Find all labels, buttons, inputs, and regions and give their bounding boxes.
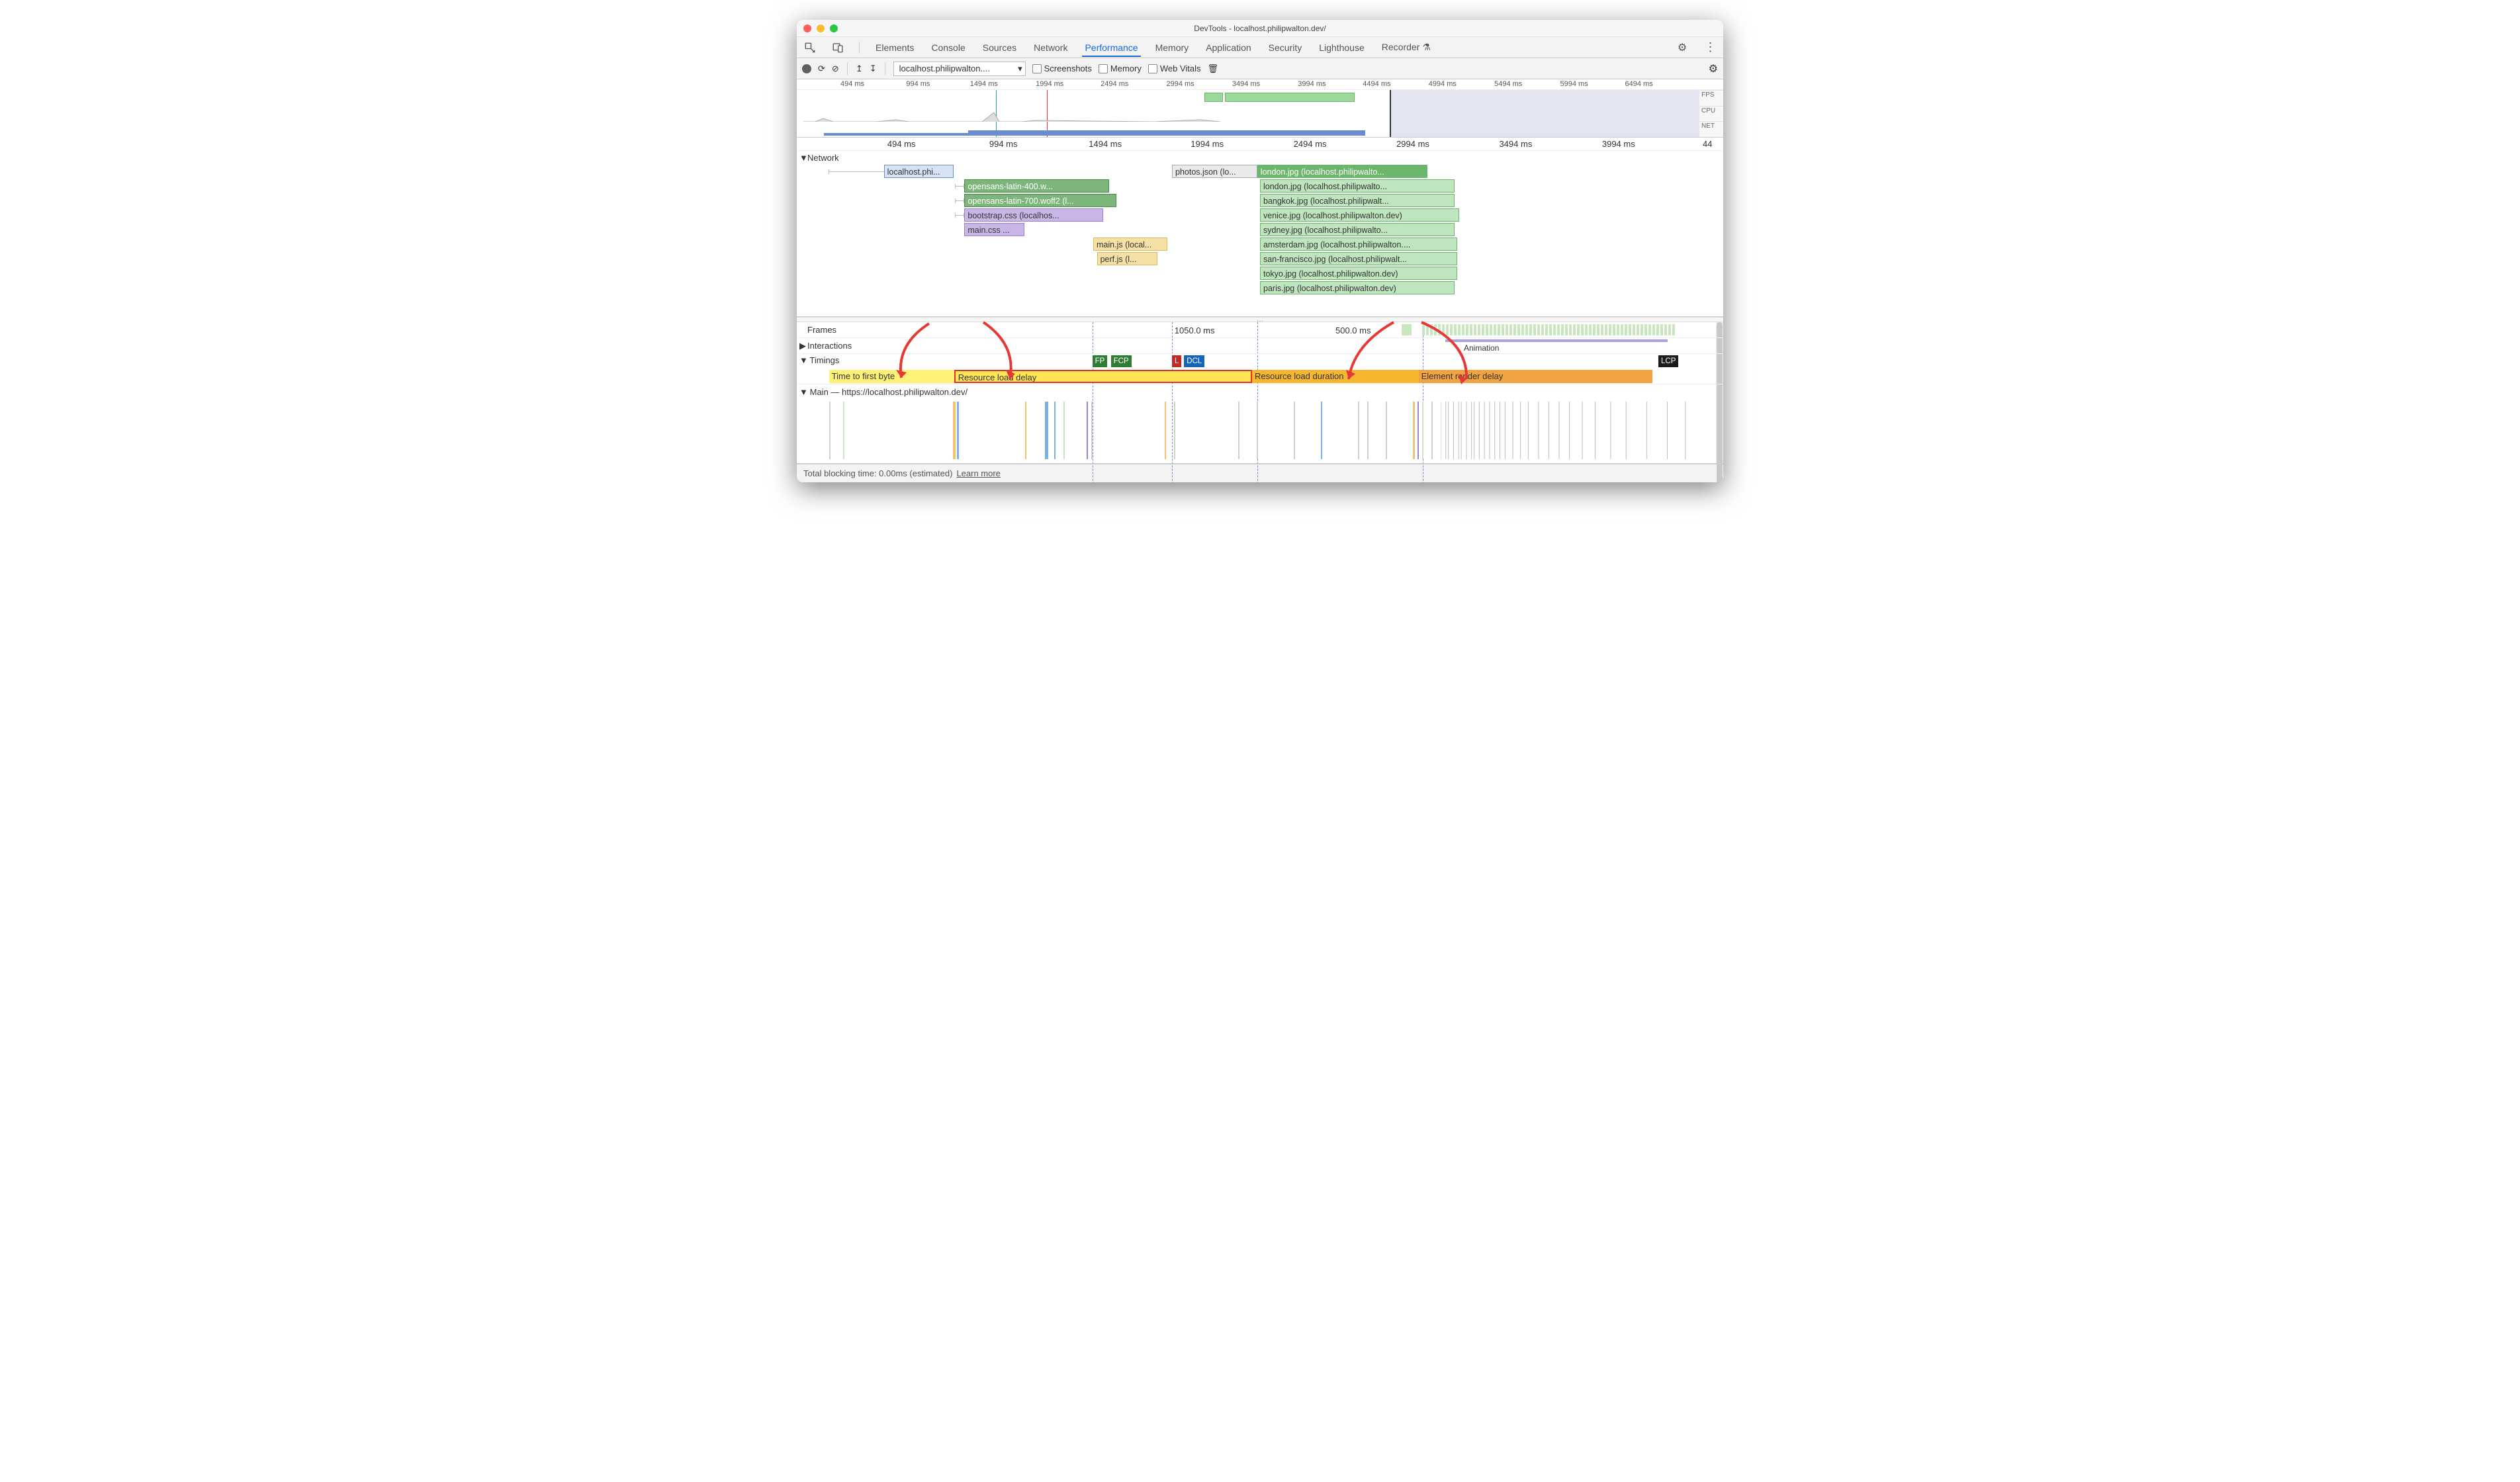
learn-more-link[interactable]: Learn more [956, 468, 1000, 478]
phase-resource-load-delay[interactable]: Resource load delay [954, 370, 1252, 383]
timings-track[interactable]: ▼ Timings FP FCP L DCL LCP Time to first… [797, 354, 1723, 384]
zoom-window-button[interactable] [830, 24, 838, 32]
memory-checkbox[interactable]: Memory [1099, 64, 1142, 73]
screenshots-checkbox[interactable]: Screenshots [1032, 64, 1092, 73]
upload-icon[interactable]: ↥ [856, 64, 863, 74]
phase-resource-load-duration[interactable]: Resource load duration [1252, 370, 1419, 383]
request-london-1[interactable]: london.jpg (localhost.philipwalto... [1257, 165, 1428, 178]
titlebar: DevTools - localhost.philipwalton.dev/ [797, 20, 1723, 37]
badge-l[interactable]: L [1172, 355, 1181, 367]
clear-icon[interactable]: ⊘ [832, 64, 839, 74]
flask-icon: ⚗ [1422, 42, 1431, 52]
request-bootstrap-css[interactable]: bootstrap.css (localhos... [964, 208, 1103, 222]
minimize-window-button[interactable] [817, 24, 825, 32]
tab-lighthouse[interactable]: Lighthouse [1316, 38, 1367, 57]
checkbox-icon [1148, 64, 1157, 73]
network-section-header[interactable]: ▼ Network [797, 151, 1723, 165]
tab-recorder[interactable]: Recorder⚗ [1379, 38, 1433, 57]
disclose-triangle-icon: ▶ [799, 341, 806, 351]
panel-tabs: Elements Console Sources Network Perform… [797, 37, 1723, 58]
request-sydney[interactable]: sydney.jpg (localhost.philipwalto... [1260, 223, 1455, 236]
request-document[interactable]: localhost.phi... [884, 165, 954, 178]
tab-elements[interactable]: Elements [873, 38, 917, 57]
tracks-area: Frames 1050.0 ms 500.0 ms ▶ Interactions… [797, 322, 1723, 464]
request-paris[interactable]: paris.jpg (localhost.philipwalton.dev) [1260, 281, 1455, 294]
web-vitals-checkbox[interactable]: Web Vitals [1148, 64, 1201, 73]
request-font-700[interactable]: opensans-latin-700.woff2 (l... [964, 194, 1116, 207]
tab-network[interactable]: Network [1031, 38, 1070, 57]
request-bangkok[interactable]: bangkok.jpg (localhost.philipwalt... [1260, 194, 1455, 207]
checkbox-icon [1032, 64, 1042, 73]
tab-security[interactable]: Security [1266, 38, 1305, 57]
recording-select-label: localhost.philipwalton.... [899, 64, 990, 73]
tab-console[interactable]: Console [928, 38, 968, 57]
frames-track[interactable]: Frames 1050.0 ms 500.0 ms [797, 322, 1723, 338]
performance-toolbar: ⟳ ⊘ ↥ ↧ localhost.philipwalton.... ▾ Scr… [797, 58, 1723, 79]
tab-performance[interactable]: Performance [1082, 38, 1140, 57]
blocking-time-text: Total blocking time: 0.00ms (estimated) [803, 468, 952, 478]
badge-dcl[interactable]: DCL [1184, 355, 1204, 367]
overview-minimap[interactable]: FPS CPU NET [797, 90, 1723, 138]
phase-element-render-delay[interactable]: Element render delay [1419, 370, 1652, 383]
flame-chart[interactable] [797, 402, 1717, 459]
download-icon[interactable]: ↧ [870, 64, 877, 74]
main-ruler[interactable]: 494 ms 994 ms 1494 ms 1994 ms 2494 ms 29… [797, 138, 1723, 151]
main-thread-track[interactable]: ▼ Main — https://localhost.philipwalton.… [797, 384, 1723, 464]
checkbox-icon [1099, 64, 1108, 73]
request-main-css[interactable]: main.css ... [964, 223, 1024, 236]
tab-memory[interactable]: Memory [1153, 38, 1192, 57]
overview-ruler[interactable]: 494 ms 994 ms 1494 ms 1994 ms 2494 ms 29… [797, 79, 1723, 90]
devtools-window: DevTools - localhost.philipwalton.dev/ E… [797, 20, 1723, 482]
close-window-button[interactable] [803, 24, 811, 32]
recording-select[interactable]: localhost.philipwalton.... ▾ [893, 62, 1026, 76]
request-san-francisco[interactable]: san-francisco.jpg (localhost.philipwalt.… [1260, 252, 1457, 265]
request-tokyo[interactable]: tokyo.jpg (localhost.philipwalton.dev) [1260, 267, 1457, 280]
settings-icon[interactable]: ⚙ [1674, 40, 1690, 56]
disclose-triangle-icon: ▼ [799, 355, 807, 365]
request-main-js[interactable]: main.js (local... [1093, 238, 1167, 251]
trash-icon[interactable]: 🗑 [1208, 64, 1219, 74]
device-toolbar-icon[interactable] [830, 40, 846, 56]
kebab-menu-icon[interactable]: ⋮ [1702, 40, 1718, 56]
reload-icon[interactable]: ⟳ [818, 64, 825, 74]
request-perf-js[interactable]: perf.js (l... [1097, 252, 1157, 265]
badge-lcp[interactable]: LCP [1658, 355, 1678, 367]
request-amsterdam[interactable]: amsterdam.jpg (localhost.philipwalton...… [1260, 238, 1457, 251]
tab-application[interactable]: Application [1203, 38, 1254, 57]
status-bar: Total blocking time: 0.00ms (estimated) … [797, 464, 1723, 482]
request-london-2[interactable]: london.jpg (localhost.philipwalto... [1260, 179, 1455, 193]
inspect-element-icon[interactable] [802, 40, 818, 56]
record-button[interactable] [802, 64, 811, 73]
request-photos-json[interactable]: photos.json (lo... [1172, 165, 1257, 178]
disclose-triangle-icon: ▼ [799, 387, 807, 397]
window-title: DevTools - localhost.philipwalton.dev/ [1194, 24, 1326, 33]
network-waterfall[interactable]: localhost.phi... opensans-latin-400.w...… [797, 165, 1723, 317]
chevron-down-icon: ▾ [1012, 64, 1022, 74]
badge-fcp[interactable]: FCP [1111, 355, 1132, 367]
window-controls [803, 24, 838, 32]
pane-resize-handle[interactable]: ⋯ [797, 317, 1723, 322]
disclose-triangle-icon: ▼ [799, 153, 807, 163]
interactions-track[interactable]: ▶ Interactions Animation [797, 338, 1723, 354]
badge-fp[interactable]: FP [1093, 355, 1108, 367]
request-font-400[interactable]: opensans-latin-400.w... [964, 179, 1108, 193]
request-venice[interactable]: venice.jpg (localhost.philipwalton.dev) [1260, 208, 1459, 222]
tab-sources[interactable]: Sources [980, 38, 1019, 57]
overview-lane-labels: FPS CPU NET [1699, 90, 1723, 137]
phase-ttfb[interactable]: Time to first byte [829, 370, 954, 383]
capture-settings-icon[interactable]: ⚙ [1709, 62, 1718, 75]
